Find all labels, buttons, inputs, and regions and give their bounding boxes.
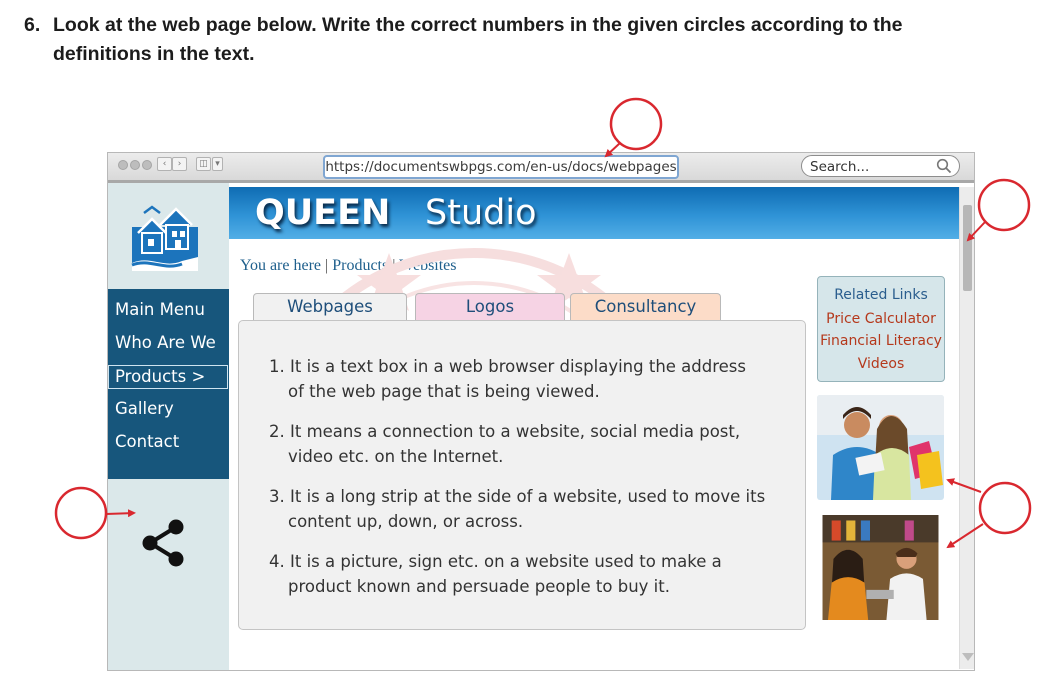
forward-icon[interactable]: › xyxy=(172,157,187,171)
search-placeholder: Search... xyxy=(810,159,870,175)
callout-scrollbar xyxy=(966,178,1031,242)
link-videos[interactable]: Videos xyxy=(818,354,944,374)
related-links-heading: Related Links xyxy=(834,287,928,303)
site-sidebar: Main Menu Who Are We Products > Gallery … xyxy=(108,183,229,670)
scroll-down-arrow-icon[interactable] xyxy=(962,653,974,661)
chevron-down-icon[interactable]: ▾ xyxy=(212,157,223,171)
question-number: 6. xyxy=(24,14,41,36)
search-box[interactable]: Search... xyxy=(801,155,960,177)
tab-logos[interactable]: Logos xyxy=(415,293,565,320)
vertical-scrollbar[interactable] xyxy=(959,187,974,669)
back-icon[interactable]: ‹ xyxy=(157,157,172,171)
store-checkout-photo[interactable] xyxy=(817,515,944,620)
address-bar[interactable]: https://documentswbpgs.com/en-us/docs/we… xyxy=(323,155,679,179)
house-logo-icon[interactable] xyxy=(130,205,200,271)
menu-item-contact[interactable]: Contact xyxy=(115,431,179,453)
link-price-calculator[interactable]: Price Calculator xyxy=(818,309,944,329)
menu-item-main-menu[interactable]: Main Menu xyxy=(115,299,205,321)
browser-window: ‹ › ◫ ▾ https://documentswbpgs.com/en-us… xyxy=(107,152,975,671)
browser-toolbar: ‹ › ◫ ▾ https://documentswbpgs.com/en-us… xyxy=(108,153,974,183)
menu-item-gallery[interactable]: Gallery xyxy=(115,398,174,420)
tab-consultancy[interactable]: Consultancy xyxy=(570,293,721,320)
menu-item-who-are-we[interactable]: Who Are We xyxy=(115,332,216,354)
question-text: Look at the web page below. Write the co… xyxy=(53,14,903,65)
definition-4: 4. It is a picture, sign etc. on a websi… xyxy=(269,552,722,596)
link-financial-literacy[interactable]: Financial Literacy xyxy=(818,331,944,351)
window-close-dot[interactable] xyxy=(118,160,128,170)
definitions-panel: 1. It is a text box in a web browser dis… xyxy=(238,320,806,630)
definition-1: 1. It is a text box in a web browser dis… xyxy=(269,357,746,401)
definition-3: 3. It is a long strip at the side of a w… xyxy=(269,487,766,531)
scrollbar-thumb[interactable] xyxy=(963,205,972,291)
definition-2: 2. It means a connection to a website, s… xyxy=(269,422,741,466)
answer-circle-share[interactable] xyxy=(54,486,108,540)
answer-circle-address[interactable] xyxy=(609,97,663,151)
menu-item-products[interactable]: Products > xyxy=(108,365,228,389)
window-minimize-dot[interactable] xyxy=(130,160,140,170)
related-links-box: Related Links Price Calculator Financial… xyxy=(817,276,945,382)
shopping-couple-photo[interactable] xyxy=(817,395,944,500)
callout-address-bar xyxy=(604,97,663,158)
window-zoom-dot[interactable] xyxy=(142,160,152,170)
main-menu: Main Menu Who Are We Products > Gallery … xyxy=(108,289,229,479)
share-icon[interactable] xyxy=(138,517,188,569)
answer-circle-scrollbar[interactable] xyxy=(977,178,1031,232)
answer-circle-advert[interactable] xyxy=(978,481,1032,535)
sidebar-toggle-icon[interactable]: ◫ xyxy=(196,157,211,171)
search-icon[interactable] xyxy=(936,158,952,174)
tab-webpages[interactable]: Webpages xyxy=(253,293,407,320)
